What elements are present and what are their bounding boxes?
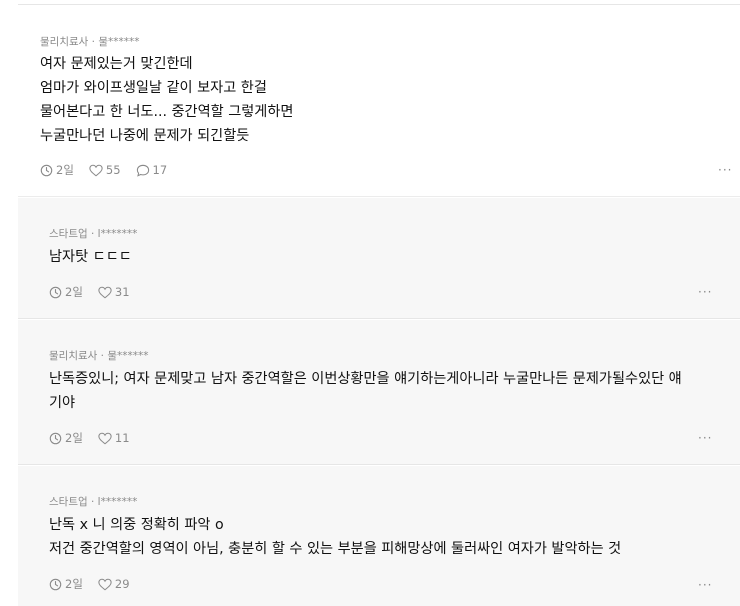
comment-line: 난독증있니; 여자 문제맞고 남자 중간역할은 이번상황만을 얘기하는게아니라 …	[49, 371, 682, 387]
comment-author[interactable]: 물리치료사 · 물******	[40, 34, 139, 49]
time-label: 2일	[65, 577, 83, 591]
comment-stats: 2일 29	[49, 576, 145, 592]
comment-body: 난독증있니; 여자 문제맞고 남자 중간역할은 이번상황만을 얘기하는게아니라 …	[49, 367, 682, 415]
like-button[interactable]: 31	[98, 285, 130, 299]
comment-body: 남자탓 ㄷㄷㄷ	[49, 245, 132, 269]
reply-item: 스타트업 · l******* 난독 x 니 의중 정확히 파악 o 저건 중간…	[18, 466, 740, 606]
comment-line: 누굴만나던 나중에 문제가 되긴할듯	[40, 128, 250, 144]
comment-body: 난독 x 니 의중 정확히 파악 o 저건 중간역할의 영역이 아님, 충분히 …	[49, 513, 621, 561]
comment-line: 기야	[49, 395, 76, 411]
comment-stats: 2일 31	[49, 284, 145, 300]
more-options-button[interactable]: ···	[718, 163, 732, 177]
like-button[interactable]: 29	[98, 577, 130, 591]
time-label: 2일	[56, 163, 74, 177]
comment-stats: 2일 55 17	[40, 162, 182, 178]
comment-stats: 2일 11	[49, 430, 145, 446]
time-stat: 2일	[49, 576, 83, 592]
comment-author[interactable]: 스타트업 · l*******	[49, 494, 137, 509]
comment-body: 여자 문제있는거 맞긴한데 엄마가 와이프생일날 같이 보자고 한걸 물어본다고…	[40, 52, 293, 148]
time-stat: 2일	[40, 162, 74, 178]
more-options-button[interactable]: ···	[698, 285, 712, 299]
heart-icon	[89, 164, 103, 176]
comment-line: 엄마가 와이프생일날 같이 보자고 한걸	[40, 80, 267, 96]
like-count: 31	[114, 285, 130, 299]
time-stat: 2일	[49, 284, 83, 300]
like-button[interactable]: 55	[89, 163, 121, 177]
like-count: 55	[105, 163, 121, 177]
more-options-button[interactable]: ···	[698, 431, 712, 445]
clock-icon	[49, 578, 62, 590]
heart-icon	[98, 286, 112, 298]
clock-icon	[40, 164, 53, 176]
comment-line: 난독 x 니 의중 정확히 파악 o	[49, 517, 224, 533]
reply-item: 스타트업 · l******* 남자탓 ㄷㄷㄷ 2일 31 ···	[18, 198, 740, 319]
reply-item: 물리치료사 · 물****** 난독증있니; 여자 문제맞고 남자 중간역할은 …	[18, 320, 740, 465]
comment-line: 여자 문제있는거 맞긴한데	[40, 56, 193, 72]
clock-icon	[49, 432, 62, 444]
like-button[interactable]: 11	[98, 431, 130, 445]
time-label: 2일	[65, 285, 83, 299]
heart-icon	[98, 578, 112, 590]
clock-icon	[49, 286, 62, 298]
more-options-button[interactable]: ···	[698, 578, 712, 592]
comment-line: 저건 중간역할의 영역이 아님, 충분히 할 수 있는 부분을 피해망상에 둘러…	[49, 541, 622, 557]
comment-item: 물리치료사 · 물****** 여자 문제있는거 맞긴한데 엄마가 와이프생일날…	[18, 4, 740, 197]
speech-bubble-icon	[136, 164, 149, 177]
comment-line: 물어본다고 한 너도... 중간역할 그렇게하면	[40, 104, 294, 120]
comment-author[interactable]: 스타트업 · l*******	[49, 226, 137, 241]
comment-author[interactable]: 물리치료사 · 물******	[49, 348, 148, 363]
reply-count: 17	[152, 163, 168, 177]
like-count: 11	[114, 431, 130, 445]
reply-button[interactable]: 17	[136, 163, 168, 177]
heart-icon	[98, 432, 112, 444]
comment-line: 남자탓 ㄷㄷㄷ	[49, 249, 132, 265]
like-count: 29	[114, 577, 130, 591]
time-stat: 2일	[49, 430, 83, 446]
time-label: 2일	[65, 431, 83, 445]
